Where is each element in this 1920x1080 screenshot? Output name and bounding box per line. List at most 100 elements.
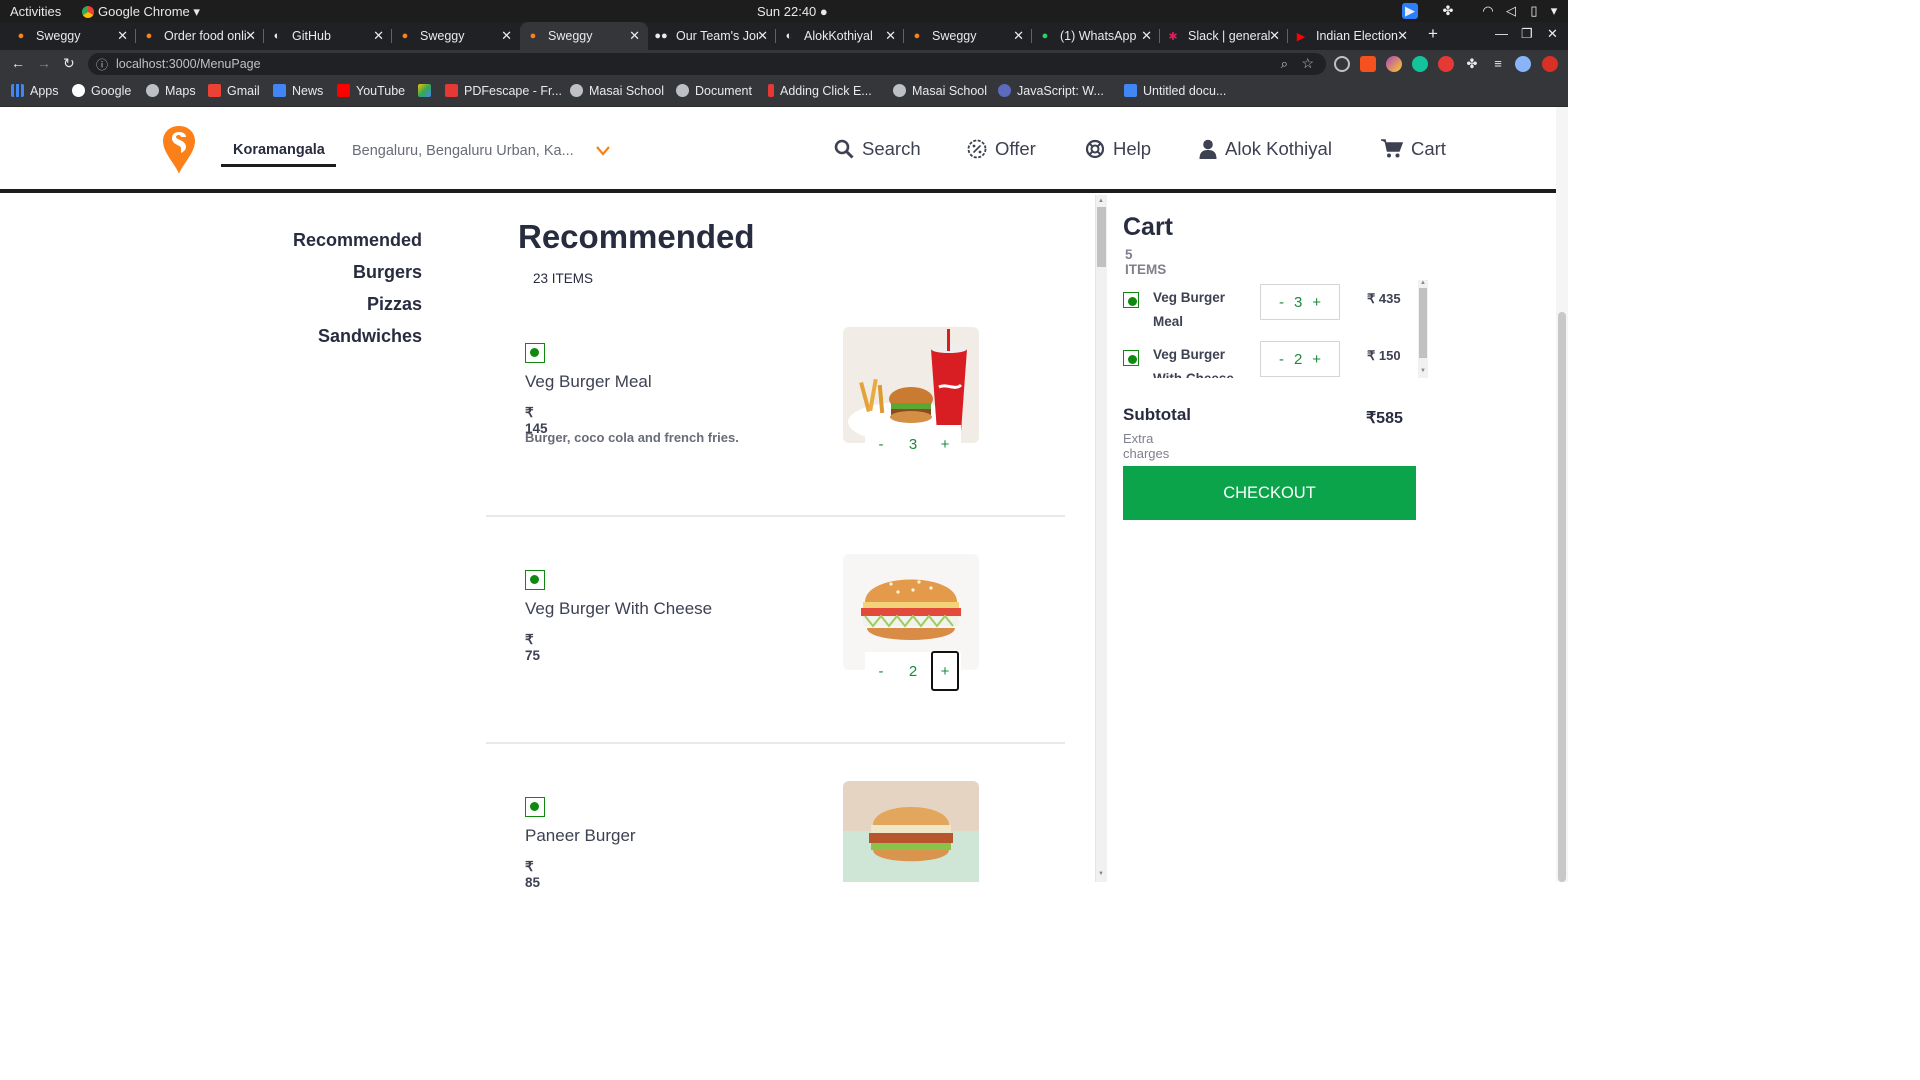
cart-scrollbar[interactable]: ▲ ▼ xyxy=(1418,280,1428,378)
tab-title: (1) WhatsApp xyxy=(1060,29,1137,43)
bookmark-gmail[interactable]: Gmail xyxy=(208,84,260,98)
puzzle-tray-icon[interactable]: ✤ xyxy=(1440,3,1456,19)
app-menu[interactable]: Google Chrome ▾ xyxy=(82,4,200,20)
browser-tab[interactable]: ● Order food online ✕ xyxy=(136,22,264,50)
swiggy-logo-icon[interactable] xyxy=(162,125,196,175)
zoom-magnifier-icon[interactable]: ⌕ xyxy=(1281,56,1288,72)
back-arrow-icon[interactable]: ← xyxy=(11,55,25,71)
activities-button[interactable]: Activities xyxy=(10,4,61,19)
battery-icon[interactable]: ▯ xyxy=(1526,3,1542,19)
reading-list-icon[interactable]: ≡ xyxy=(1490,56,1506,72)
clock[interactable]: Sun 22:40 ● xyxy=(757,4,828,19)
address-bar[interactable]: ⓘ localhost:3000/MenuPage ⌕ ☆ xyxy=(88,53,1326,75)
category-pizzas[interactable]: Pizzas xyxy=(367,294,422,315)
zoom-app-icon[interactable]: ▶ xyxy=(1402,3,1418,19)
new-tab-plus-icon[interactable]: + xyxy=(1428,24,1438,44)
bookmark-adding-click[interactable]: Adding Click E... xyxy=(768,84,872,98)
browser-tab[interactable]: ● Sweggy ✕ xyxy=(392,22,520,50)
close-tab-icon[interactable]: ✕ xyxy=(885,28,896,44)
wifi-icon[interactable]: ◠ xyxy=(1480,3,1496,19)
extension-off-icon[interactable] xyxy=(1360,56,1376,72)
close-tab-icon[interactable]: ✕ xyxy=(1397,28,1408,44)
system-menu-icon[interactable]: ▾ xyxy=(1546,3,1562,19)
category-burgers[interactable]: Burgers xyxy=(353,262,422,283)
nav-user[interactable]: Alok Kothiyal xyxy=(1199,138,1332,160)
bookmark-javascript[interactable]: JavaScript: W... xyxy=(998,84,1104,98)
decrement-button[interactable]: - xyxy=(1279,294,1284,311)
bookmark-document[interactable]: Document xyxy=(676,84,752,98)
close-window-icon[interactable]: ✕ xyxy=(1547,26,1558,42)
scroll-down-arrow-icon[interactable]: ▼ xyxy=(1420,368,1426,374)
chevron-down-icon[interactable] xyxy=(596,146,610,156)
bookmark-pdfescape[interactable]: PDFescape - Fr... xyxy=(445,84,562,98)
browser-tab[interactable]: ◐ AlokKothiyal ✕ xyxy=(776,22,904,50)
close-tab-icon[interactable]: ✕ xyxy=(1013,28,1024,44)
bookmark-maps[interactable]: Maps xyxy=(146,84,196,98)
close-tab-icon[interactable]: ✕ xyxy=(245,28,256,44)
location-secondary[interactable]: Bengaluru, Bengaluru Urban, Ka... xyxy=(352,143,574,159)
close-tab-icon[interactable]: ✕ xyxy=(629,28,640,44)
increment-button[interactable]: + xyxy=(1312,294,1321,311)
close-tab-icon[interactable]: ✕ xyxy=(757,28,768,44)
browser-tab[interactable]: ●● Our Team's Journey ✕ xyxy=(648,22,776,50)
browser-tab[interactable]: ▶ Indian Elections ✕ xyxy=(1288,22,1416,50)
page-scrollbar[interactable] xyxy=(1556,107,1568,882)
nav-cart[interactable]: Cart xyxy=(1381,138,1446,160)
nav-offer[interactable]: Offer xyxy=(967,138,1036,160)
bookmark-news[interactable]: News xyxy=(273,84,323,98)
increment-button[interactable]: + xyxy=(931,651,959,691)
cart-item-name: Veg Burger With Cheese xyxy=(1153,347,1234,378)
bookmark-drive[interactable] xyxy=(418,84,437,98)
grammarly-icon[interactable] xyxy=(1412,56,1428,72)
category-sandwiches[interactable]: Sandwiches xyxy=(318,326,422,347)
scrollbar-thumb[interactable] xyxy=(1558,312,1566,882)
profile-avatar[interactable] xyxy=(1515,56,1531,72)
volume-icon[interactable]: ◁ xyxy=(1503,3,1519,19)
browser-tab[interactable]: ● Sweggy ✕ xyxy=(904,22,1032,50)
location-tab[interactable]: Koramangala xyxy=(221,133,336,167)
increment-button[interactable]: + xyxy=(931,425,959,463)
menu-scrollbar[interactable]: ▲ ▼ xyxy=(1095,195,1107,882)
nav-help[interactable]: Help xyxy=(1085,138,1151,160)
info-icon[interactable]: ⓘ xyxy=(96,56,108,73)
bookmark-apps[interactable]: Apps xyxy=(11,84,59,98)
scroll-down-arrow-icon[interactable]: ▼ xyxy=(1098,871,1104,877)
close-tab-icon[interactable]: ✕ xyxy=(501,28,512,44)
forward-arrow-icon[interactable]: → xyxy=(37,55,51,71)
extensions-puzzle-icon[interactable]: ✤ xyxy=(1464,56,1480,72)
restore-icon[interactable]: ❐ xyxy=(1521,26,1533,42)
browser-tab[interactable]: ◐ GitHub ✕ xyxy=(264,22,392,50)
extension-red-icon[interactable] xyxy=(1438,56,1454,72)
bookmark-untitled-doc[interactable]: Untitled docu... xyxy=(1124,84,1226,98)
bookmark-google[interactable]: Google xyxy=(72,84,131,98)
browser-tab[interactable]: ✱ Slack | general ✕ xyxy=(1160,22,1288,50)
extension-color-icon[interactable] xyxy=(1386,56,1402,72)
checkout-button[interactable]: CHECKOUT xyxy=(1123,466,1416,520)
increment-button[interactable]: + xyxy=(1312,351,1321,368)
close-tab-icon[interactable]: ✕ xyxy=(1141,28,1152,44)
bookmark-masai[interactable]: Masai School xyxy=(570,84,664,98)
bookmark-star-icon[interactable]: ☆ xyxy=(1301,55,1314,72)
browser-tab[interactable]: ● Sweggy ✕ xyxy=(8,22,136,50)
close-tab-icon[interactable]: ✕ xyxy=(373,28,384,44)
browser-tab-active[interactable]: ● Sweggy ✕ xyxy=(520,22,648,50)
minimize-icon[interactable]: — xyxy=(1495,26,1508,41)
bookmark-label: Adding Click E... xyxy=(780,84,872,98)
bookmark-masai[interactable]: Masai School xyxy=(893,84,987,98)
close-tab-icon[interactable]: ✕ xyxy=(1269,28,1280,44)
close-tab-icon[interactable]: ✕ xyxy=(117,28,128,44)
update-alert-icon[interactable] xyxy=(1542,56,1558,72)
category-recommended[interactable]: Recommended xyxy=(293,230,422,251)
browser-tab[interactable]: ● (1) WhatsApp ✕ xyxy=(1032,22,1160,50)
scrollbar-thumb[interactable] xyxy=(1419,288,1427,358)
decrement-button[interactable]: - xyxy=(867,652,895,690)
nav-search[interactable]: Search xyxy=(834,138,921,160)
decrement-button[interactable]: - xyxy=(1279,351,1284,368)
scroll-up-arrow-icon[interactable]: ▲ xyxy=(1098,198,1104,204)
scroll-up-arrow-icon[interactable]: ▲ xyxy=(1420,280,1426,286)
reload-icon[interactable]: ↻ xyxy=(63,55,75,72)
extension-target-icon[interactable] xyxy=(1334,56,1350,72)
scrollbar-thumb[interactable] xyxy=(1097,207,1106,267)
decrement-button[interactable]: - xyxy=(867,425,895,463)
bookmark-youtube[interactable]: YouTube xyxy=(337,84,405,98)
